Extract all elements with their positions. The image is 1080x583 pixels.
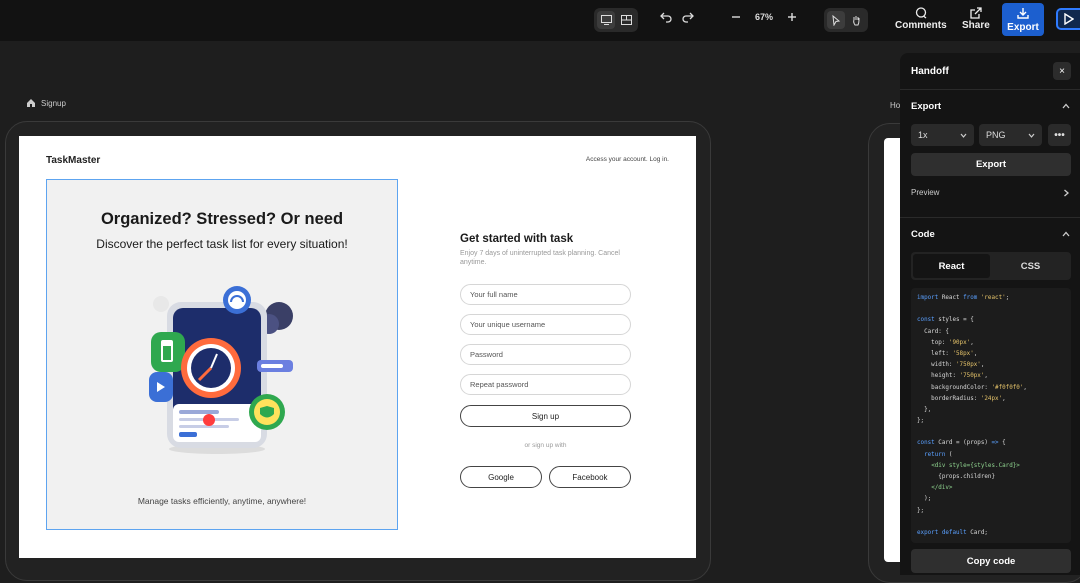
chevron-up-icon[interactable] — [1062, 230, 1070, 240]
comments-label: Comments — [895, 20, 947, 31]
pointer-tool-icon[interactable] — [827, 11, 845, 29]
format-select[interactable]: PNG — [979, 124, 1042, 146]
preview-toggle[interactable]: Preview — [911, 188, 939, 197]
close-icon[interactable]: × — [1053, 62, 1071, 80]
divider — [900, 89, 1080, 90]
code-block[interactable]: import React from 'react'; const styles =… — [911, 288, 1071, 543]
chevron-right-icon[interactable] — [1062, 189, 1070, 199]
frame-label[interactable]: Signup — [26, 98, 66, 108]
code-line: }; — [917, 507, 925, 514]
export-section-title[interactable]: Export — [911, 101, 941, 112]
code-line: return ( — [924, 451, 953, 458]
comment-icon — [915, 6, 927, 20]
hero-title: Organized? Stressed? Or need — [100, 210, 344, 228]
hero-caption: Manage tasks efficiently, anytime, anywh… — [137, 496, 307, 506]
code-line: left: '58px', — [917, 350, 978, 357]
share-icon — [970, 6, 982, 20]
form-title: Get started with task — [460, 233, 574, 245]
code-line: width: '750px', — [917, 362, 985, 369]
hero-illustration — [139, 284, 299, 456]
redo-icon[interactable] — [682, 11, 694, 23]
handoff-panel: Handoff × Export 1x PNG ••• Export Previ… — [900, 53, 1080, 575]
chevron-down-icon — [960, 133, 967, 138]
repeat-password-field[interactable]: Repeat password — [460, 374, 631, 395]
brand-logo: TaskMaster — [46, 155, 101, 166]
code-line: const styles = { — [917, 317, 974, 324]
zoom-out-icon[interactable] — [730, 12, 742, 22]
tool-toggle — [824, 8, 868, 32]
frame-label-text: Signup — [41, 98, 66, 108]
code-line: backgroundColor: '#f0f0f0', — [917, 384, 1027, 391]
code-language-tabs: React CSS — [911, 252, 1071, 280]
share-button[interactable]: Share — [962, 6, 990, 31]
zoom-in-icon[interactable] — [786, 12, 798, 22]
chevron-down-icon — [1028, 133, 1035, 138]
password-field[interactable]: Password — [460, 344, 631, 365]
view-mode-toggle — [594, 8, 638, 32]
code-line: {props.children} — [917, 474, 996, 480]
zoom-level[interactable]: 67% — [747, 12, 781, 22]
split-view-icon[interactable] — [617, 11, 635, 29]
chevron-up-icon[interactable] — [1062, 102, 1070, 112]
signup-button[interactable]: Sign up — [460, 405, 631, 427]
code-line: ); — [917, 496, 932, 503]
frame2-label[interactable]: Ho — [890, 101, 900, 110]
download-icon — [1017, 7, 1029, 22]
code-line: import React from 'react'; — [917, 295, 1010, 301]
copy-code-button[interactable]: Copy code — [911, 549, 1071, 573]
login-link[interactable]: Access your account. Log in. — [586, 156, 669, 163]
hero-subtitle: Discover the perfect task list for every… — [96, 237, 348, 251]
share-label: Share — [962, 20, 990, 31]
code-section-title[interactable]: Code — [911, 229, 935, 240]
tab-css[interactable]: CSS — [992, 254, 1069, 278]
code-line: }; — [917, 418, 925, 425]
divider — [900, 217, 1080, 218]
code-line: top: '90px', — [917, 339, 974, 346]
more-options-icon[interactable]: ••• — [1048, 124, 1071, 146]
home-icon — [27, 99, 35, 107]
code-line: </div> — [931, 485, 953, 492]
export-top-button[interactable]: Export — [1002, 3, 1044, 36]
scale-select[interactable]: 1x — [911, 124, 974, 146]
panel-title: Handoff — [911, 66, 949, 77]
form-description: Enjoy 7 days of uninterrupted task plann… — [460, 250, 620, 266]
code-line: const Card = (props) => { — [917, 440, 1006, 447]
desktop-view-icon[interactable] — [597, 11, 615, 29]
export-top-label: Export — [1007, 21, 1039, 33]
code-line: <div style={styles.Card}> — [931, 462, 1020, 469]
full-name-field[interactable]: Your full name — [460, 284, 631, 305]
export-button[interactable]: Export — [911, 153, 1071, 176]
comments-button[interactable]: Comments — [895, 6, 947, 31]
signup-form: Get started with task Enjoy 7 days of un… — [460, 233, 635, 488]
scale-value: 1x — [918, 130, 928, 140]
username-field[interactable]: Your unique username — [460, 314, 631, 335]
play-icon — [1064, 13, 1074, 25]
signup-screen[interactable]: TaskMaster Access your account. Log in. … — [19, 136, 696, 558]
facebook-button[interactable]: Facebook — [549, 466, 631, 488]
tab-react[interactable]: React — [913, 254, 990, 278]
preview-play-button[interactable] — [1056, 8, 1080, 30]
google-button[interactable]: Google — [460, 466, 542, 488]
format-value: PNG — [986, 130, 1006, 140]
code-line: }, — [917, 406, 932, 413]
hero-card[interactable]: Organized? Stressed? Or need Discover th… — [46, 179, 398, 530]
code-line: height: '750px', — [917, 373, 988, 380]
undo-icon[interactable] — [660, 11, 672, 23]
or-divider-text: or sign up with — [524, 442, 567, 449]
code-line: export default Card; — [917, 529, 988, 536]
code-line: borderRadius: '24px', — [917, 395, 1006, 402]
top-toolbar: 67% Comments Share Export — [0, 0, 1080, 41]
hand-tool-icon[interactable] — [847, 11, 865, 29]
code-line: Card: { — [917, 328, 949, 335]
